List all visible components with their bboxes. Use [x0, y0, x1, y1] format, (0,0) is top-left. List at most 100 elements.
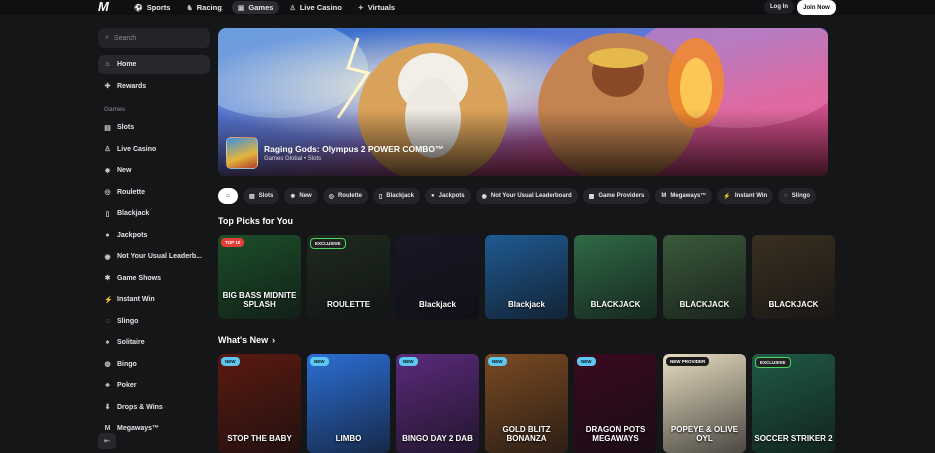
chip-roulette[interactable]: ◎ Roulette [322, 188, 368, 204]
game-tile[interactable]: TOP 10 BIG BASS MIDNITE SPLASH [218, 235, 301, 319]
game-tile[interactable]: NEW GOLD BLITZ BONANZA [485, 354, 568, 453]
sidebar-item-label: Poker [117, 382, 137, 389]
game-tile[interactable]: BLACKJACK [574, 235, 657, 319]
megaways-icon: M [661, 193, 667, 199]
game-title: POPEYE & OLIVE OYL [670, 425, 739, 443]
home-icon: ⌂ [105, 61, 110, 68]
game-tile[interactable]: Blackjack [485, 235, 568, 319]
chip-megaways[interactable]: M Megaways™ [655, 188, 713, 204]
chip-slots[interactable]: ▤ Slots [243, 188, 280, 204]
game-tile[interactable]: NEW DRAGON POTS MEGAWAYS [574, 354, 657, 453]
sidebar-item-label: Rewards [117, 82, 147, 90]
game-tile[interactable]: NEW LIMBO [307, 354, 390, 453]
sidebar-item-label: Home [117, 61, 137, 68]
hero-game-thumbnail [226, 137, 258, 169]
sidebar-item-label: Slots [117, 124, 135, 131]
game-title: BLACKJACK [768, 300, 819, 309]
chip-blackjack[interactable]: ▯ Blackjack [372, 188, 420, 204]
bingo-icon: ◍ [104, 361, 111, 368]
hero-subtitle: Games Global • Slots [264, 156, 322, 162]
game-tile[interactable]: BLACKJACK [663, 235, 746, 319]
sidebar-item-drops-wins[interactable]: ⬇ Drops & Wins [98, 398, 210, 417]
game-badge: EXCLUSIVE [755, 357, 791, 368]
category-chips: ⌂ ▤ Slots ✸ New ◎ Roulette ▯ Blackjack ● Jackpots… [218, 188, 828, 204]
sidebar-item-new[interactable]: ✸ New [98, 161, 210, 180]
join-button[interactable]: Join Now [797, 0, 836, 15]
sidebar-item-slots[interactable]: ▤ Slots [98, 118, 210, 137]
chip-jackpots[interactable]: ● Jackpots [424, 188, 471, 204]
sidebar-item-label: Solitaire [117, 339, 145, 346]
hero-game-info[interactable]: Raging Gods: Olympus 2 POWER COMBO™ Game… [226, 137, 443, 169]
game-tile[interactable]: Blackjack [396, 235, 479, 319]
chip-not-your-usual-leaderboard[interactable]: ◉ Not Your Usual Leaderboard [475, 188, 578, 204]
roulette-icon: ◎ [328, 193, 334, 200]
sidebar: ⌕ Search ⌂ Home ✚ Rewards Games ▤ Slots ♙ Live C… [98, 28, 210, 453]
whats-new-row: NEW STOP THE BABY NEW LIMBO NEW BINGO DAY 2 D… [218, 354, 838, 453]
sidebar-item-poker[interactable]: ♣ Poker [98, 376, 210, 395]
chip-instant-win[interactable]: ⚡ Instant Win [717, 188, 774, 204]
search-icon: ⌕ [105, 34, 109, 41]
login-button[interactable]: Log In [764, 0, 794, 14]
sidebar-item-roulette[interactable]: ◎ Roulette [98, 183, 210, 202]
chip-slingo[interactable]: ◌ Slingo [778, 188, 817, 204]
chip-game-providers[interactable]: ▦ Game Providers [582, 188, 651, 204]
game-title: LIMBO [335, 434, 362, 443]
sidebar-item-bingo[interactable]: ◍ Bingo [98, 355, 210, 374]
soccer-ball-icon: ⚽ [134, 4, 143, 12]
search-input[interactable]: ⌕ Search [98, 28, 210, 48]
game-tile[interactable]: NEW PROVIDER POPEYE & OLIVE OYL [663, 354, 746, 453]
gamepad-icon: ▣ [237, 4, 245, 12]
game-title: SOCCER STRIKER 2 [754, 434, 833, 443]
nav-live-casino[interactable]: ♙ Live Casino [283, 1, 347, 14]
nav-label: Racing [196, 3, 222, 12]
chip-label: New [299, 193, 312, 199]
sidebar-item-jackpots[interactable]: ● Jackpots [98, 226, 210, 245]
horse-icon: ♞ [186, 4, 193, 12]
game-badge: TOP 10 [221, 238, 245, 247]
game-title: BLACKJACK [590, 300, 641, 309]
slots-icon: ▤ [249, 193, 255, 200]
game-tile[interactable]: NEW STOP THE BABY [218, 354, 301, 453]
whats-new-title[interactable]: What's New › [218, 335, 275, 345]
sidebar-item-blackjack[interactable]: ▯ Blackjack [98, 204, 210, 223]
nav-games[interactable]: ▣ Games [231, 1, 280, 14]
virtuals-icon: ✦ [357, 4, 364, 12]
game-tile[interactable]: EXCLUSIVE SOCCER STRIKER 2 [752, 354, 835, 453]
nav-racing[interactable]: ♞ Racing [180, 1, 227, 14]
sidebar-item-label: Instant Win [117, 296, 155, 303]
top-picks-title[interactable]: Top Picks for You [218, 216, 293, 226]
sidebar-item-rewards[interactable]: ✚ Rewards [98, 77, 210, 96]
person-icon: ♙ [289, 4, 296, 12]
nav-virtuals[interactable]: ✦ Virtuals [352, 1, 401, 14]
sidebar-item-game-shows[interactable]: ✱ Game Shows [98, 269, 210, 288]
coins-icon: ● [105, 231, 110, 239]
lightning-icon: ⚡ [723, 193, 731, 200]
nav-label: Sports [146, 3, 171, 12]
chip-new[interactable]: ✸ New [284, 188, 318, 204]
game-tile[interactable]: NEW BINGO DAY 2 DAB [396, 354, 479, 453]
sidebar-item-live-casino[interactable]: ♙ Live Casino [98, 140, 210, 159]
sidebar-item-slingo[interactable]: ◌ Slingo [98, 312, 210, 331]
sidebar-item-home[interactable]: ⌂ Home [98, 55, 210, 74]
game-tile[interactable]: BLACKJACK [752, 235, 835, 319]
sidebar-item-not-your-usual-leaderb[interactable]: ◉ Not Your Usual Leaderb... [98, 247, 210, 266]
collapse-sidebar-button[interactable]: ⇤ [98, 433, 116, 449]
chip-label: Slingo [791, 193, 811, 199]
game-title: BLACKJACK [679, 300, 730, 309]
chip-label: Not Your Usual Leaderboard [490, 193, 572, 199]
game-badge: EXCLUSIVE [310, 238, 346, 249]
sidebar-item-label: Bingo [117, 360, 137, 368]
providers-icon: ▦ [588, 193, 595, 200]
game-title: BIG BASS MIDNITE SPLASH [222, 291, 297, 309]
sidebar-item-instant-win[interactable]: ⚡ Instant Win [98, 290, 210, 309]
game-tile[interactable]: EXCLUSIVE ROULETTE [307, 235, 390, 319]
brand-logo[interactable]: M [98, 0, 120, 13]
sidebar-item-label: Megaways™ [117, 425, 160, 432]
nav-label: Virtuals [367, 3, 396, 12]
sidebar-item-solitaire[interactable]: ♠ Solitaire [98, 333, 210, 352]
roulette-icon: ◎ [104, 189, 111, 196]
nav-sports[interactable]: ⚽ Sports [128, 1, 176, 14]
poker-icon: ♣ [105, 382, 110, 389]
chip-label: Blackjack [386, 193, 414, 199]
chip-home[interactable]: ⌂ [218, 188, 238, 204]
